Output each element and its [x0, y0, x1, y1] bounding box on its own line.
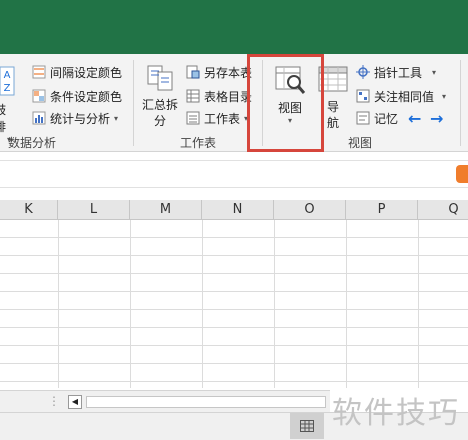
pointer-tool-icon [356, 65, 370, 79]
arrow-right-icon: → [430, 108, 444, 128]
cell-grid[interactable] [0, 220, 468, 388]
svg-text:A: A [4, 70, 11, 81]
condition-color-icon [32, 89, 46, 103]
column-header-row: K L M N O P Q [0, 200, 468, 220]
column-header-o[interactable]: O [274, 200, 346, 220]
arrow-left-icon: ← [408, 108, 422, 128]
summary-split-button[interactable]: 汇总拆 分 [140, 64, 180, 129]
stats-analysis-label: 统计与分析 [50, 111, 111, 126]
focus-same-value-button[interactable]: 关注相同值 ▾ [356, 86, 446, 106]
stats-analysis-button[interactable]: 统计与分析 ▾ [32, 108, 118, 128]
column-header-n[interactable]: N [202, 200, 274, 220]
excel-window: A Z 鼓排 ▾ 间隔设定颜色 条件设定颜色 统计与分析 ▾ 数据分析 汇总拆 … [0, 0, 468, 440]
chevron-down-icon: ▾ [114, 113, 119, 123]
column-header-k[interactable]: K [0, 200, 58, 220]
interval-color-label: 间隔设定颜色 [50, 65, 123, 80]
group-separator [133, 60, 134, 146]
table-directory-button[interactable]: 表格目录 [186, 86, 252, 106]
focus-same-value-icon [356, 89, 370, 103]
condition-color-label: 条件设定颜色 [50, 89, 123, 104]
scroll-thumb[interactable] [86, 396, 326, 408]
group-label-view: 视图 [348, 136, 373, 150]
title-bar [0, 0, 468, 54]
memory-icon [356, 111, 370, 125]
worksheet-icon [186, 111, 200, 125]
column-header-l[interactable]: L [58, 200, 130, 220]
save-sheet-label: 另存本表 [204, 65, 253, 80]
back-arrow-button[interactable]: ← [408, 108, 421, 128]
focus-same-value-label: 关注相同值 [374, 89, 435, 104]
sort-az-icon: A Z [0, 66, 15, 96]
table-directory-icon [186, 89, 200, 103]
group-label-worksheet: 工作表 [180, 136, 217, 150]
condition-color-button[interactable]: 条件设定颜色 [32, 86, 122, 106]
highlight-box [247, 54, 324, 152]
stats-icon [32, 111, 46, 125]
group-separator [460, 60, 461, 146]
group-label-data-analysis: 数据分析 [8, 136, 57, 150]
scroll-left-icon[interactable]: ◀ [68, 395, 82, 409]
ribbon: A Z 鼓排 ▾ 间隔设定颜色 条件设定颜色 统计与分析 ▾ 数据分析 汇总拆 … [0, 54, 468, 152]
column-header-q[interactable]: Q [418, 200, 468, 220]
grid-view-icon [300, 420, 314, 432]
sort-label: 鼓排 [0, 103, 7, 134]
summary-split-label: 汇总拆 分 [141, 98, 178, 128]
orange-tab-icon [456, 165, 468, 183]
interval-color-button[interactable]: 间隔设定颜色 [32, 62, 122, 82]
sort-button[interactable]: A Z 鼓排 ▾ [0, 66, 18, 144]
interval-color-icon [32, 65, 46, 79]
save-sheet-button[interactable]: 另存本表 [186, 62, 252, 82]
svg-text:Z: Z [4, 83, 11, 94]
worksheet-label: 工作表 [204, 111, 241, 126]
column-header-m[interactable]: M [130, 200, 202, 220]
memory-label: 记忆 [374, 111, 399, 126]
memory-button[interactable]: 记忆 [356, 108, 398, 128]
horizontal-scrollbar[interactable]: ⋮ ◀ [0, 390, 330, 412]
summary-split-icon [147, 65, 173, 91]
forward-arrow-button[interactable]: → [430, 108, 443, 128]
column-header-p[interactable]: P [346, 200, 418, 220]
save-sheet-icon [186, 65, 200, 79]
pointer-tool-button[interactable]: 指针工具 ▾ [356, 62, 436, 82]
table-directory-label: 表格目录 [204, 89, 253, 104]
split-handle-icon[interactable]: ⋮ [48, 394, 60, 408]
chevron-down-icon: ▾ [432, 67, 437, 77]
pointer-tool-label: 指针工具 [374, 65, 423, 80]
normal-view-button[interactable] [290, 413, 324, 439]
worksheet-button[interactable]: 工作表 ▾ [186, 108, 248, 128]
watermark: 软件技巧 [332, 396, 460, 431]
chevron-down-icon: ▾ [442, 91, 447, 101]
formula-bar[interactable] [0, 160, 468, 188]
